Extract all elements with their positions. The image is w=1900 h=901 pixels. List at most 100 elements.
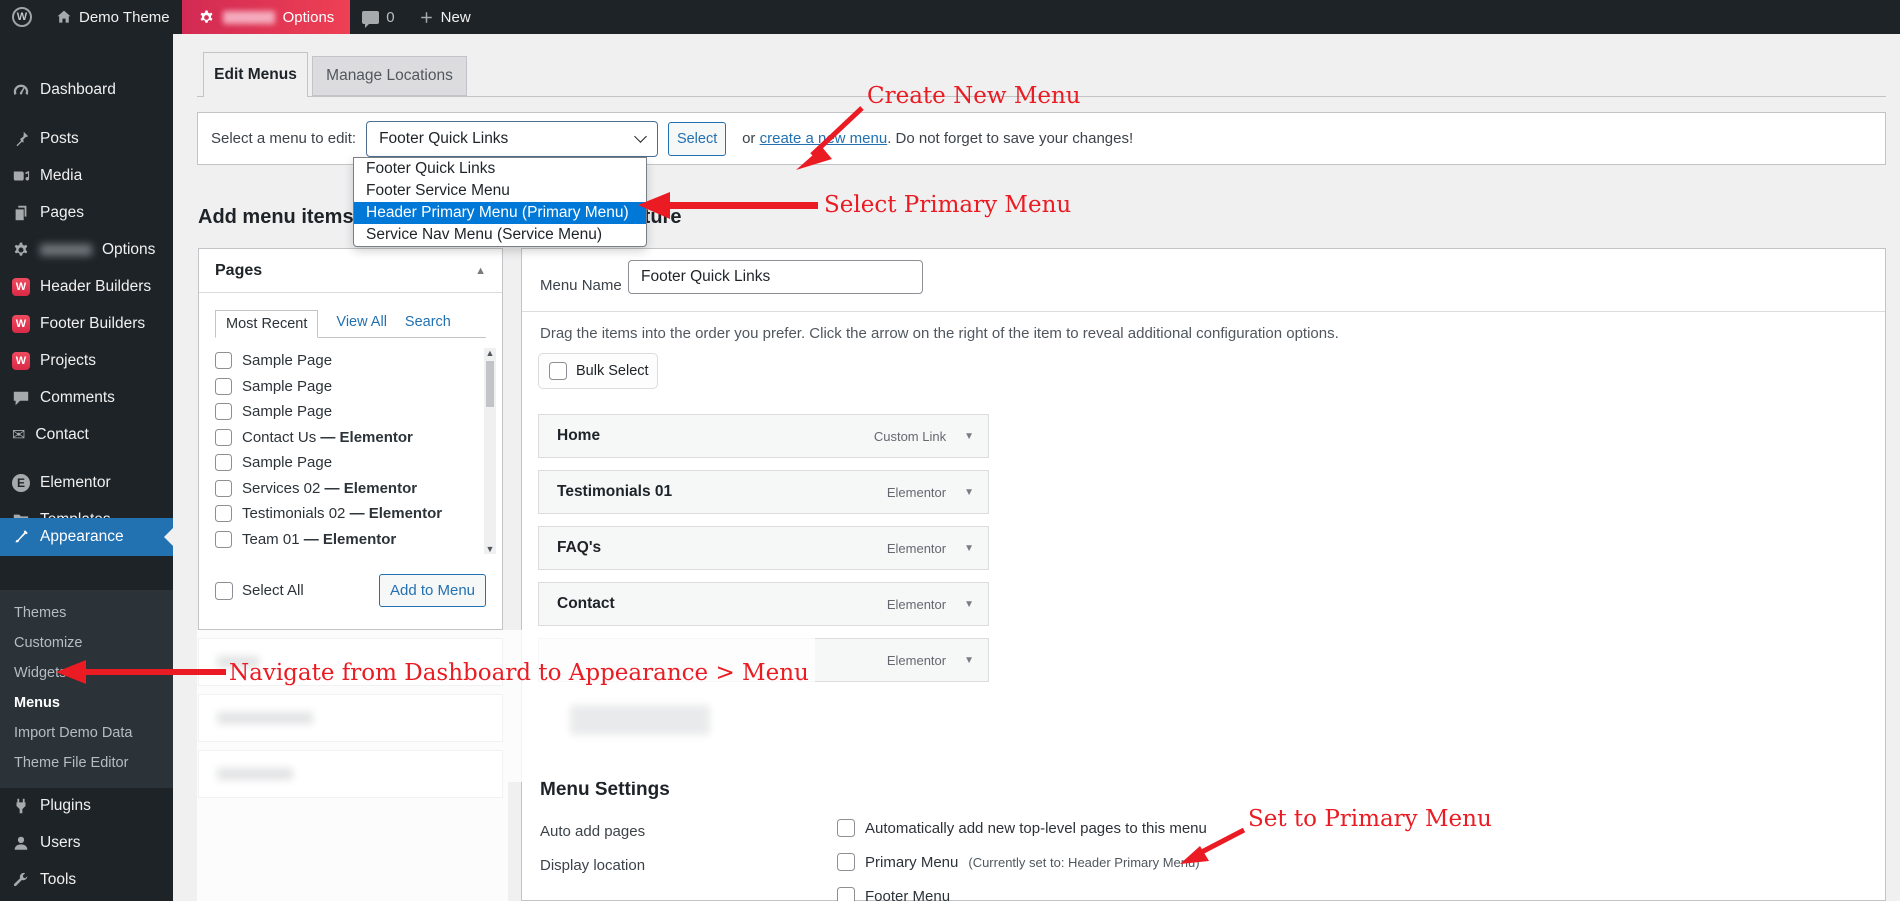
menu-item-row[interactable]: Contact Elementor ▼ <box>538 582 989 626</box>
pushpin-icon <box>12 130 30 148</box>
sidebar-item-footer-builders[interactable]: W Footer Builders <box>0 305 173 342</box>
checkbox[interactable] <box>215 403 232 421</box>
dropdown-option-selected[interactable]: Header Primary Menu (Primary Menu) <box>354 202 646 224</box>
plugin-label: Options <box>282 8 335 26</box>
sidebar-item-header-builders[interactable]: W Header Builders <box>0 268 173 305</box>
gear-icon <box>12 241 30 259</box>
sidebar-item-users[interactable]: Users <box>0 824 173 861</box>
page-checkbox-item[interactable]: Services 02 — Elementor <box>215 476 477 502</box>
expand-caret-icon[interactable]: ▼ <box>964 543 974 554</box>
tab-most-recent[interactable]: Most Recent <box>215 310 319 338</box>
expand-caret-icon[interactable]: ▼ <box>964 655 974 666</box>
sidebar-item-contact[interactable]: ✉ Contact <box>0 416 173 453</box>
divider <box>522 311 1885 312</box>
collapse-arrow-icon[interactable]: ▲ <box>475 265 486 277</box>
sidebar-item-import-demo-data[interactable]: Import Demo Data <box>0 718 173 748</box>
scroll-thumb[interactable] <box>486 361 494 407</box>
sidebar-item-posts[interactable]: Posts <box>0 120 173 157</box>
page-checkbox-item[interactable]: Sample Page <box>215 374 477 400</box>
sidebar-item-projects[interactable]: W Projects <box>0 342 173 379</box>
scroll-up-icon[interactable]: ▲ <box>484 348 496 358</box>
sidebar-item-tools[interactable]: Tools <box>0 861 173 898</box>
sidebar-item-label: Pages <box>40 203 84 221</box>
page-checkbox-item[interactable]: Testimonials 02 — Elementor <box>215 501 477 527</box>
dropdown-option[interactable]: Footer Quick Links <box>354 158 646 180</box>
admin-bar-comments[interactable]: 0 <box>350 0 406 34</box>
checkbox[interactable] <box>215 505 232 523</box>
select-all-control[interactable]: Select All <box>215 581 304 600</box>
tab-view-all[interactable]: View All <box>336 314 387 337</box>
sidebar-item-options[interactable]: Options <box>0 231 173 268</box>
expand-caret-icon[interactable]: ▼ <box>964 599 974 610</box>
menu-item-row[interactable]: FAQ's Elementor ▼ <box>538 526 989 570</box>
page-checkbox-item[interactable]: Sample Page <box>215 399 477 425</box>
plugin-admin-bar-button[interactable]: Options <box>181 0 351 34</box>
tab-edit-menus[interactable]: Edit Menus <box>203 52 308 97</box>
sidebar-item-comments[interactable]: Comments <box>0 379 173 416</box>
checkbox[interactable] <box>837 819 855 837</box>
page-checkbox-item[interactable]: Sample Page <box>215 450 477 476</box>
checkbox[interactable] <box>215 352 232 370</box>
comment-icon <box>12 389 30 407</box>
annotation-arrow <box>56 660 226 684</box>
page-checkbox-item[interactable]: Contact Us — Elementor <box>215 425 477 451</box>
checkbox[interactable] <box>837 887 855 901</box>
scroll-down-icon[interactable]: ▼ <box>484 544 496 554</box>
wp-logo-menu[interactable]: W <box>0 0 44 34</box>
checkbox[interactable] <box>837 853 855 871</box>
sidebar-item-label: Elementor <box>40 473 111 491</box>
annotation-arrow <box>638 192 818 219</box>
white-overlay <box>508 630 815 782</box>
list-scrollbar[interactable]: ▲ ▼ <box>484 348 496 554</box>
checkbox[interactable] <box>215 479 232 497</box>
sidebar-item-themes[interactable]: Themes <box>0 598 173 628</box>
new-label: New <box>440 8 471 26</box>
sidebar-item-customize[interactable]: Customize <box>0 628 173 658</box>
site-link[interactable]: Demo Theme <box>44 0 182 34</box>
admin-bar-new[interactable]: New <box>407 0 483 34</box>
sidebar-item-plugins[interactable]: Plugins <box>0 787 173 824</box>
menu-select-dropdown[interactable]: Footer Quick Links <box>366 120 659 157</box>
sidebar-item-elementor[interactable]: E Elementor <box>0 464 173 501</box>
redacted-plugin-name <box>222 10 275 24</box>
menu-name-input[interactable]: Footer Quick Links <box>628 260 923 294</box>
pages-checklist: Sample Page Sample Page Sample Page Cont… <box>215 348 496 560</box>
sidebar-item-label: Users <box>40 833 81 851</box>
sidebar-item-theme-file-editor[interactable]: Theme File Editor <box>0 748 173 778</box>
bulk-select-control[interactable]: Bulk Select <box>538 353 658 389</box>
checkbox[interactable] <box>215 530 232 548</box>
menu-item-row[interactable]: Testimonials 01 Elementor ▼ <box>538 470 989 514</box>
auto-add-pages-control[interactable]: Automatically add new top-level pages to… <box>837 819 1207 837</box>
dropdown-option[interactable]: Service Nav Menu (Service Menu) <box>354 224 646 246</box>
display-location-primary[interactable]: Primary Menu (Currently set to: Header P… <box>837 853 1200 871</box>
select-button[interactable]: Select <box>668 121 727 156</box>
sidebar-item-pages[interactable]: Pages <box>0 194 173 231</box>
sidebar-item-media[interactable]: Media <box>0 157 173 194</box>
sidebar-item-menus[interactable]: Menus <box>0 688 173 718</box>
w-badge-icon: W <box>12 314 30 333</box>
page-checkbox-item[interactable]: Team 01 — Elementor <box>215 527 477 553</box>
sidebar-item-label: Header Builders <box>40 277 152 295</box>
display-location-footer[interactable]: Footer Menu <box>837 887 950 901</box>
tab-manage-locations[interactable]: Manage Locations <box>312 56 467 96</box>
checkbox[interactable] <box>215 454 232 472</box>
checkbox[interactable] <box>215 581 233 600</box>
chevron-down-icon <box>634 130 647 143</box>
pages-accordion-header[interactable]: Pages ▲ <box>199 249 502 293</box>
plus-icon <box>419 10 434 25</box>
checkbox[interactable] <box>549 362 567 380</box>
sidebar-item-dashboard[interactable]: Dashboard <box>0 71 173 108</box>
tab-search[interactable]: Search <box>405 314 451 337</box>
media-icon <box>12 167 30 185</box>
brush-icon <box>12 528 30 546</box>
menu-item-row[interactable]: Home Custom Link ▼ <box>538 414 989 458</box>
expand-caret-icon[interactable]: ▼ <box>964 487 974 498</box>
checkbox[interactable] <box>215 428 232 446</box>
checkbox[interactable] <box>215 377 232 395</box>
dropdown-option[interactable]: Footer Service Menu <box>354 180 646 202</box>
sidebar-item-appearance[interactable]: Appearance <box>0 518 173 556</box>
annotation-arrow <box>796 106 864 170</box>
expand-caret-icon[interactable]: ▼ <box>964 431 974 442</box>
add-to-menu-button[interactable]: Add to Menu <box>379 574 486 607</box>
page-checkbox-item[interactable]: Sample Page <box>215 348 477 374</box>
